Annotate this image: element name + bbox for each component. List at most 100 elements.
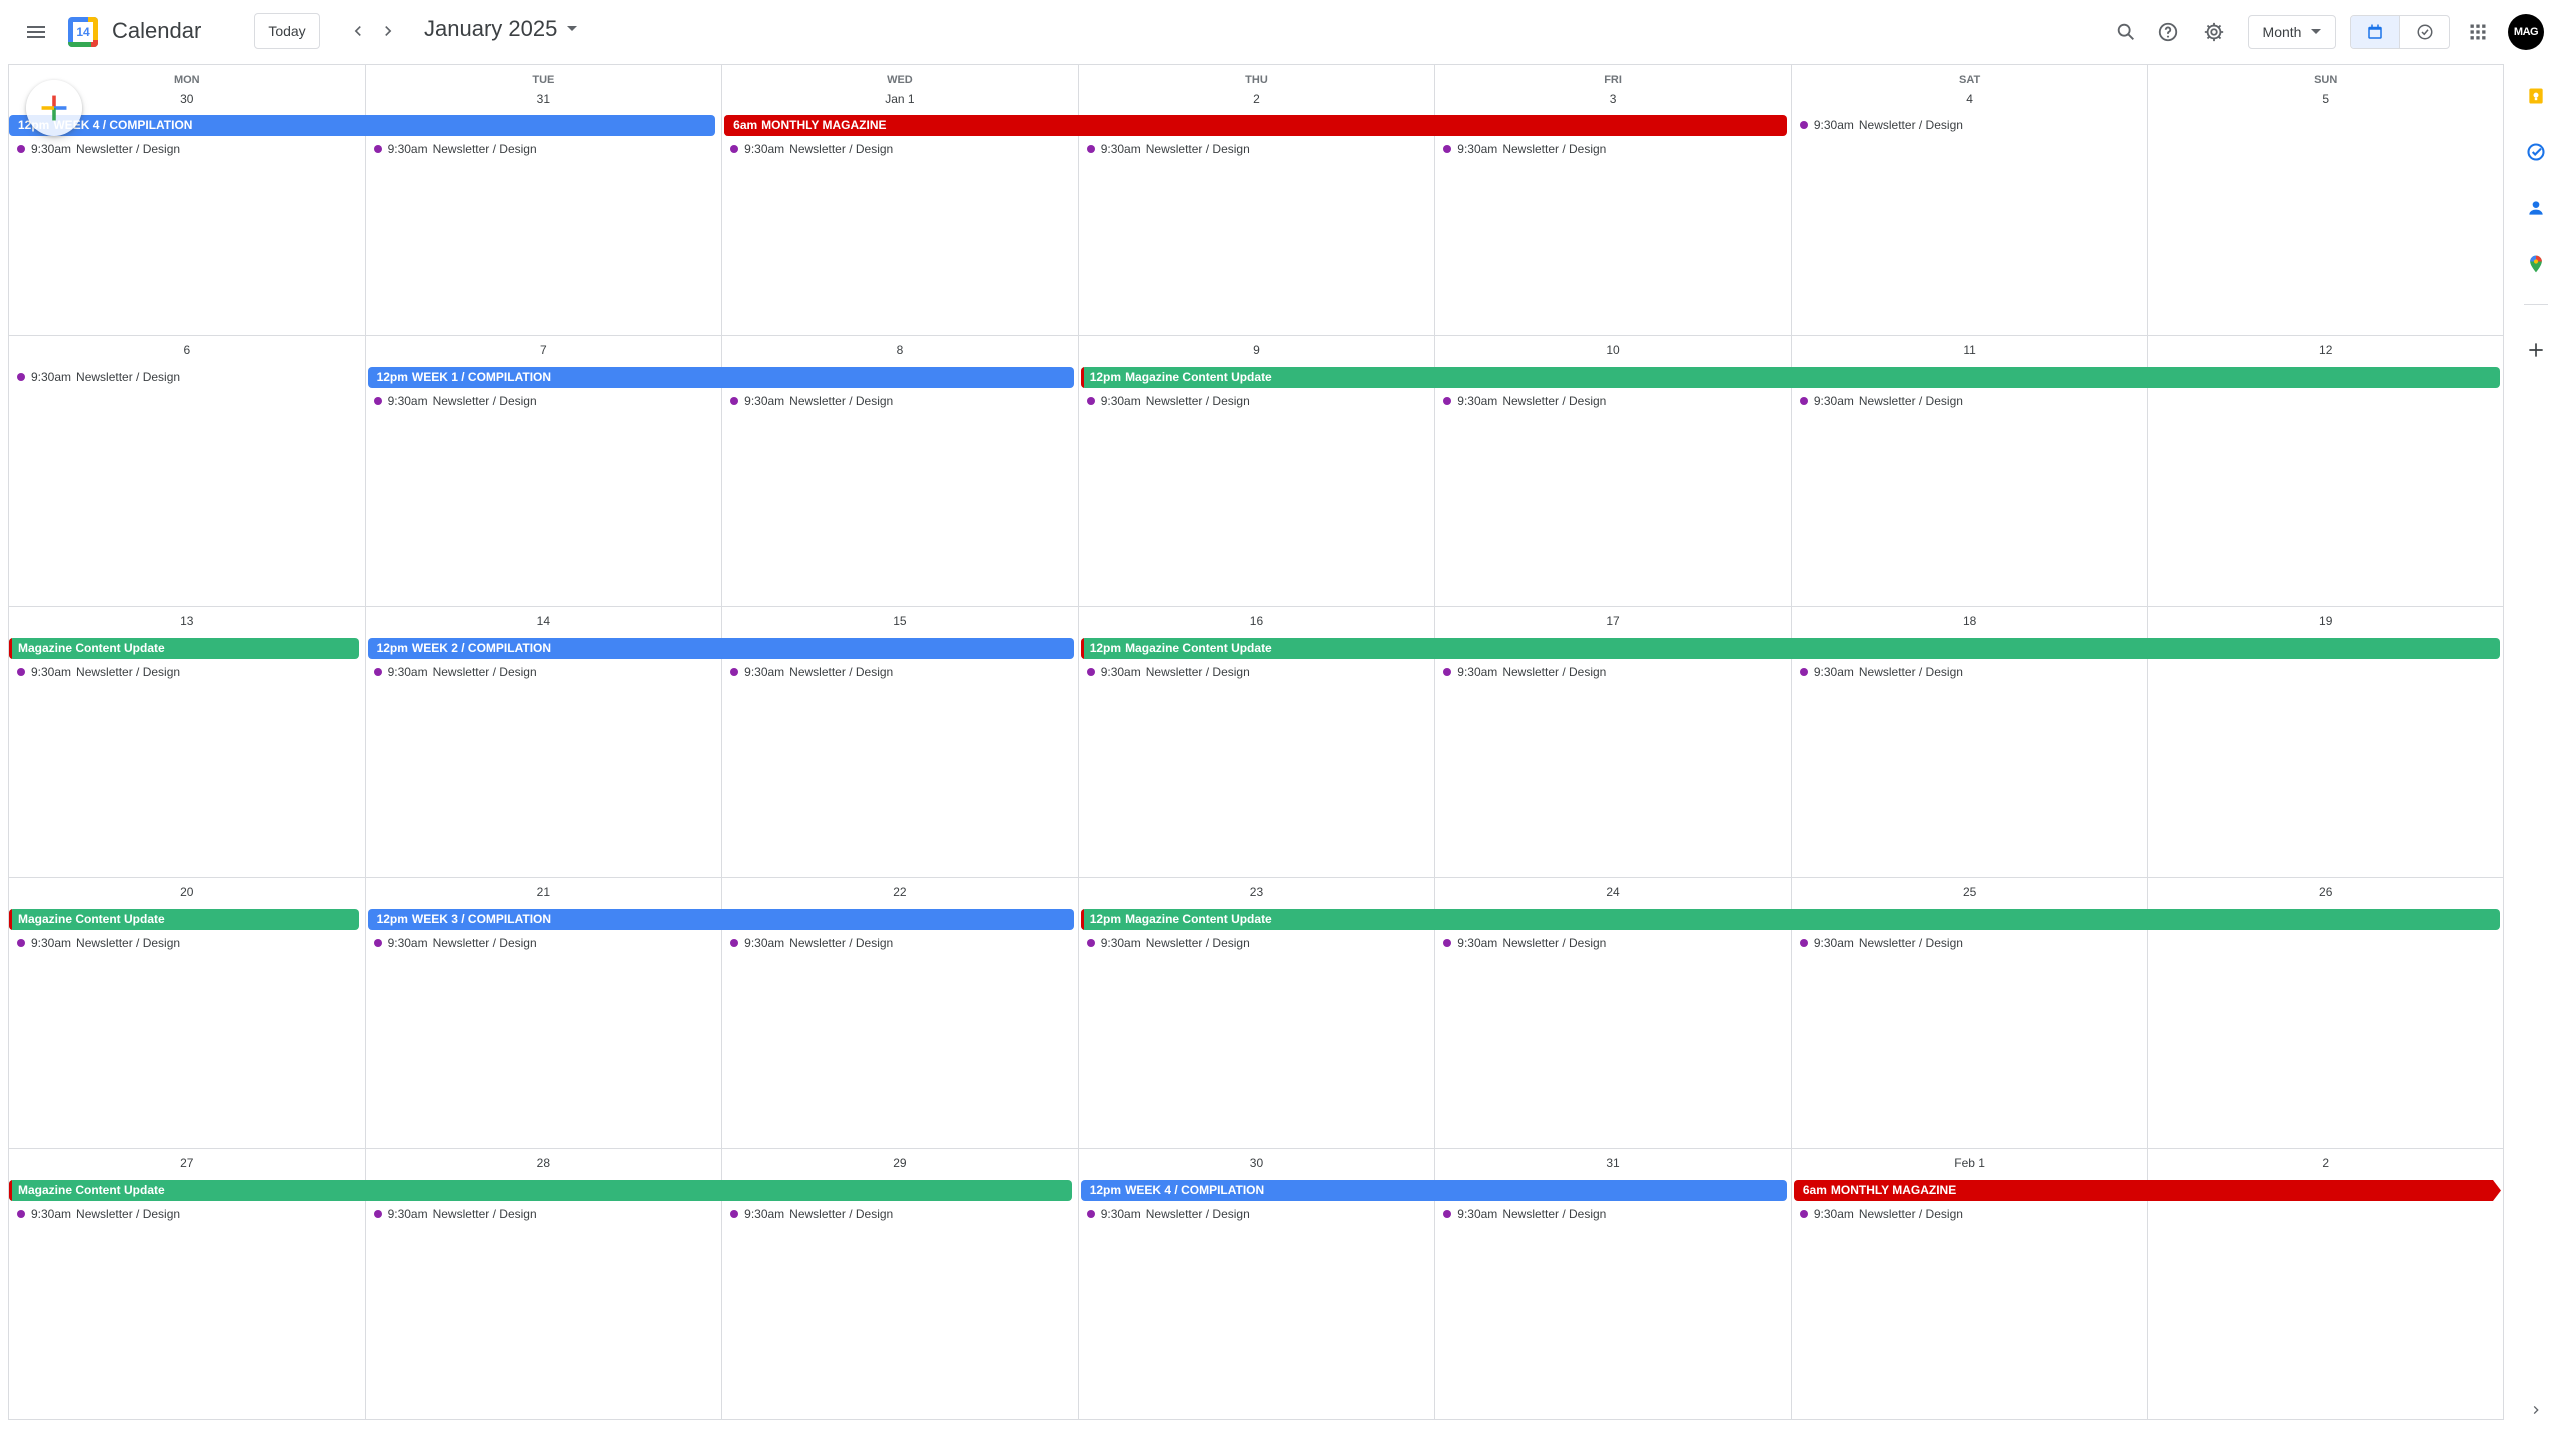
newsletter-event[interactable]: 9:30am Newsletter / Design [8, 1205, 180, 1223]
event-chip-green[interactable]: 12pm Magazine Content Update [1080, 909, 2500, 930]
day-number[interactable]: 2 [1079, 92, 1435, 106]
day-number[interactable]: 14 [366, 614, 722, 628]
day-number[interactable]: 6 [9, 343, 365, 357]
newsletter-event[interactable]: 9:30am Newsletter / Design [1078, 140, 1250, 158]
day-cell[interactable]: SUN 5 [2147, 65, 2504, 335]
next-month-button[interactable] [370, 13, 406, 49]
event-chip-blue[interactable]: 12pm WEEK 2 / COMPILATION [367, 638, 1074, 659]
day-number[interactable]: 2 [2148, 1156, 2503, 1170]
newsletter-event[interactable]: 9:30am Newsletter / Design [1434, 663, 1606, 681]
day-number[interactable]: 10 [1435, 343, 1791, 357]
day-number[interactable]: 21 [366, 885, 722, 899]
day-number[interactable]: 24 [1435, 885, 1791, 899]
day-number[interactable]: 4 [1792, 92, 2148, 106]
current-month-picker[interactable]: January 2025 [424, 16, 578, 42]
event-chip-green[interactable]: 12pm Magazine Content Update [1080, 367, 2500, 388]
newsletter-event[interactable]: 9:30am Newsletter / Design [1791, 116, 1963, 134]
day-cell[interactable]: THU 2 [1077, 65, 1435, 335]
newsletter-event[interactable]: 9:30am Newsletter / Design [8, 663, 180, 681]
newsletter-event[interactable]: 9:30am Newsletter / Design [8, 140, 180, 158]
newsletter-event[interactable]: 9:30am Newsletter / Design [8, 368, 180, 386]
event-chip-green[interactable]: Magazine Content Update [9, 1180, 1072, 1201]
newsletter-event[interactable]: 9:30am Newsletter / Design [1791, 934, 1963, 952]
newsletter-event[interactable]: 9:30am Newsletter / Design [365, 1205, 537, 1223]
tasks-icon[interactable] [2524, 140, 2548, 164]
event-chip-green[interactable]: Magazine Content Update [9, 638, 359, 659]
event-chip-blue[interactable]: 12pmWEEK 4 / COMPILATION [1080, 1180, 1787, 1201]
newsletter-event[interactable]: 9:30am Newsletter / Design [365, 934, 537, 952]
day-cell[interactable]: SAT 4 [1790, 65, 2148, 335]
day-cell[interactable]: FRI 3 [1434, 65, 1791, 335]
expand-icon[interactable] [2524, 1398, 2548, 1422]
newsletter-event[interactable]: 9:30am Newsletter / Design [1791, 663, 1963, 681]
day-number[interactable]: 5 [2148, 92, 2503, 106]
add-icon[interactable] [2524, 338, 2548, 362]
event-chip-blue[interactable]: 12pm WEEK 1 / COMPILATION [367, 367, 1074, 388]
settings-button[interactable] [2194, 12, 2234, 52]
day-number[interactable]: 11 [1792, 343, 2148, 357]
google-apps-button[interactable] [2458, 12, 2498, 52]
newsletter-event[interactable]: 9:30am Newsletter / Design [721, 934, 893, 952]
create-event-button[interactable] [26, 80, 82, 136]
day-number[interactable]: 13 [9, 614, 365, 628]
day-number[interactable]: 29 [722, 1156, 1078, 1170]
event-chip-green[interactable]: 12pm Magazine Content Update [1080, 638, 2500, 659]
event-chip-red[interactable]: 6am MONTHLY MAGAZINE [1794, 1180, 2501, 1201]
newsletter-event[interactable]: 9:30am Newsletter / Design [365, 663, 537, 681]
day-number[interactable]: 23 [1079, 885, 1435, 899]
newsletter-event[interactable]: 9:30am Newsletter / Design [1078, 934, 1250, 952]
day-number[interactable]: 30 [1079, 1156, 1435, 1170]
day-number[interactable]: 31 [366, 92, 722, 106]
keep-icon[interactable] [2524, 84, 2548, 108]
newsletter-event[interactable]: 9:30am Newsletter / Design [1434, 1205, 1606, 1223]
newsletter-event[interactable]: 9:30am Newsletter / Design [1791, 1205, 1963, 1223]
day-number[interactable]: 9 [1079, 343, 1435, 357]
day-number[interactable]: 31 [1435, 1156, 1791, 1170]
newsletter-event[interactable]: 9:30am Newsletter / Design [1078, 1205, 1250, 1223]
newsletter-event[interactable]: 9:30am Newsletter / Design [365, 392, 537, 410]
newsletter-event[interactable]: 9:30am Newsletter / Design [721, 140, 893, 158]
day-cell[interactable]: TUE 31 [364, 65, 722, 335]
day-number[interactable]: Jan 1 [722, 92, 1078, 106]
view-switcher-dropdown[interactable]: Month [2248, 15, 2336, 49]
event-chip-red[interactable]: 6am MONTHLY MAGAZINE [724, 115, 1787, 136]
day-number[interactable]: 22 [722, 885, 1078, 899]
newsletter-event[interactable]: 9:30am Newsletter / Design [1434, 140, 1606, 158]
help-button[interactable] [2148, 12, 2188, 52]
day-cell[interactable]: WED Jan 1 [721, 65, 1078, 335]
day-number[interactable]: 16 [1079, 614, 1435, 628]
calendar-view-toggle[interactable] [2351, 16, 2401, 48]
main-menu-button[interactable] [16, 12, 56, 52]
search-button[interactable] [2106, 12, 2146, 52]
day-number[interactable]: 17 [1435, 614, 1791, 628]
tasks-view-toggle[interactable] [2400, 16, 2449, 48]
newsletter-event[interactable]: 9:30am Newsletter / Design [721, 1205, 893, 1223]
newsletter-event[interactable]: 9:30am Newsletter / Design [1078, 392, 1250, 410]
day-number[interactable]: 15 [722, 614, 1078, 628]
event-chip-blue[interactable]: 12pmWEEK 4 / COMPILATION [9, 115, 716, 136]
day-number[interactable]: 20 [9, 885, 365, 899]
newsletter-event[interactable]: 9:30am Newsletter / Design [721, 663, 893, 681]
day-number[interactable]: 7 [366, 343, 722, 357]
newsletter-event[interactable]: 9:30am Newsletter / Design [1434, 934, 1606, 952]
contacts-icon[interactable] [2524, 196, 2548, 220]
app-title[interactable]: Calendar [112, 18, 201, 44]
day-number[interactable]: 18 [1792, 614, 2148, 628]
day-number[interactable]: 19 [2148, 614, 2503, 628]
day-number[interactable]: Feb 1 [1792, 1156, 2148, 1170]
newsletter-event[interactable]: 9:30am Newsletter / Design [1791, 392, 1963, 410]
newsletter-event[interactable]: 9:30am Newsletter / Design [365, 140, 537, 158]
newsletter-event[interactable]: 9:30am Newsletter / Design [8, 934, 180, 952]
account-avatar[interactable]: MAG [2508, 14, 2544, 50]
day-number[interactable]: 28 [366, 1156, 722, 1170]
newsletter-event[interactable]: 9:30am Newsletter / Design [721, 392, 893, 410]
newsletter-event[interactable]: 9:30am Newsletter / Design [1078, 663, 1250, 681]
today-button[interactable]: Today [254, 13, 320, 49]
day-number[interactable]: 25 [1792, 885, 2148, 899]
day-number[interactable]: 8 [722, 343, 1078, 357]
day-number[interactable]: 27 [9, 1156, 365, 1170]
day-number[interactable]: 12 [2148, 343, 2503, 357]
day-number[interactable]: 26 [2148, 885, 2503, 899]
day-number[interactable]: 3 [1435, 92, 1791, 106]
maps-icon[interactable] [2524, 252, 2548, 276]
